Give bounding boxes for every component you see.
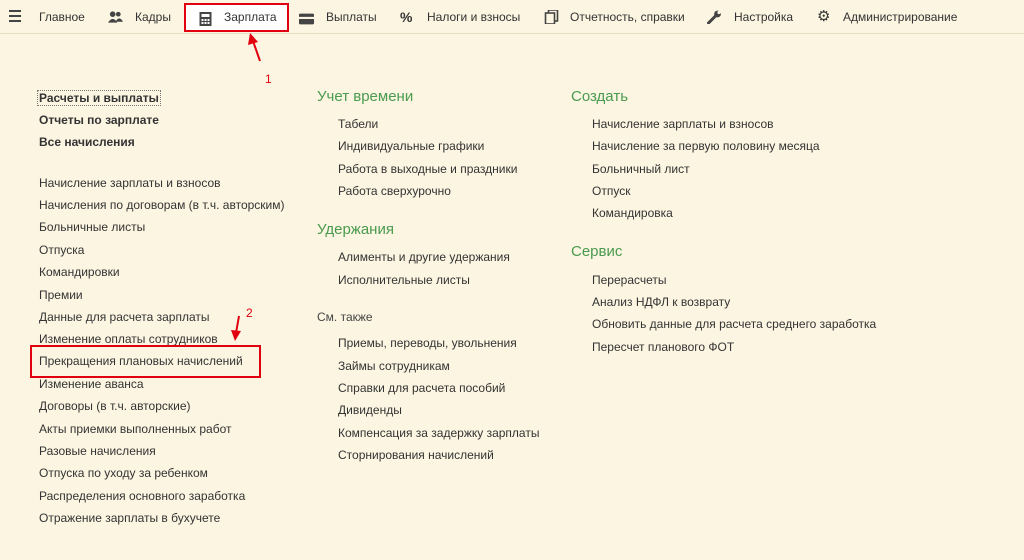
arrow-step-2 <box>231 315 241 341</box>
annotation-number-1: 1 <box>265 72 272 86</box>
annotation-number-2: 2 <box>246 306 253 320</box>
annotation-arrows <box>231 33 261 341</box>
arrow-step-1 <box>248 33 261 62</box>
